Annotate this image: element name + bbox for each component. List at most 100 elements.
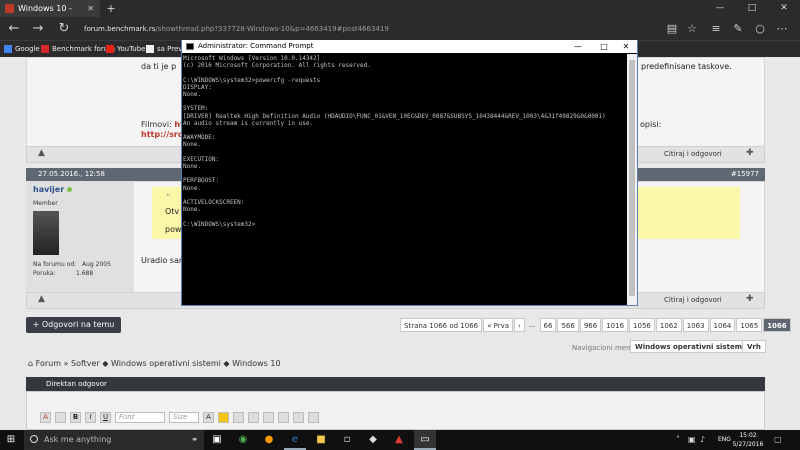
minimize-icon[interactable]: — <box>704 0 736 17</box>
maximize-icon[interactable]: □ <box>736 0 768 17</box>
user-joined-value: Aug 2005 <box>82 261 111 268</box>
multiquote-icon[interactable]: ✚ <box>746 148 754 158</box>
page-link[interactable]: 1065 <box>736 318 763 332</box>
video-icon[interactable] <box>278 412 289 423</box>
action-center-icon[interactable]: ▢ <box>774 430 782 450</box>
task-view-icon[interactable]: ▣ <box>206 430 228 450</box>
clock-time: 15:02 <box>739 432 757 439</box>
search-placeholder: Ask me anything <box>44 435 112 444</box>
breadcrumb-softver[interactable]: » Softver <box>64 359 100 368</box>
tray-chevron-icon[interactable]: ˄ <box>676 430 680 450</box>
edge-icon[interactable]: e <box>284 430 306 450</box>
forward-icon[interactable]: → <box>26 17 50 41</box>
page-link[interactable]: 566 <box>557 318 579 332</box>
online-status-icon <box>67 187 73 192</box>
microphone-icon[interactable]: ⚭ <box>191 430 198 450</box>
quote-reply-button-2[interactable]: Citiraj i odgovori <box>664 292 722 309</box>
attach-icon[interactable] <box>293 412 304 423</box>
user-posts-value: 1.688 <box>76 270 94 277</box>
quote-insert-icon[interactable] <box>308 412 319 423</box>
page-prev[interactable]: ‹ <box>514 318 525 332</box>
store-icon[interactable]: ▫ <box>336 430 358 450</box>
fav-google[interactable]: Google <box>4 41 40 57</box>
page-link[interactable]: 1064 <box>709 318 736 332</box>
file-explorer-icon[interactable]: ■ <box>310 430 332 450</box>
page-ellipsis: ... <box>528 321 536 329</box>
page-current[interactable]: 1066 <box>763 318 791 332</box>
page-link[interactable]: 1016 <box>602 318 629 332</box>
font-color-icon[interactable]: A <box>40 412 51 423</box>
tab-close-icon[interactable]: ✕ <box>87 0 94 17</box>
editor-toolbar: A B I U Font Size A <box>40 411 319 424</box>
close-icon[interactable]: ✕ <box>768 0 800 17</box>
refresh-icon[interactable]: ↻ <box>52 17 76 41</box>
command-prompt-taskbar-icon[interactable]: ▭ <box>414 430 436 450</box>
email-icon[interactable] <box>248 412 259 423</box>
size-select[interactable]: Size <box>169 412 199 423</box>
console-close-icon[interactable]: ✕ <box>613 40 639 53</box>
gadget-icon[interactable]: ▲ <box>388 430 410 450</box>
page-link[interactable]: 966 <box>579 318 602 332</box>
app-icon[interactable]: ◆ <box>362 430 384 450</box>
post-number[interactable]: #15977 <box>731 168 759 181</box>
hub-icon[interactable]: ≡ <box>706 17 726 41</box>
volume-icon[interactable]: ♪ <box>700 430 705 450</box>
pagination: Strana 1066 od 1066 « Prva ‹ ... 66 566 … <box>399 318 791 332</box>
fav-benchmark[interactable]: Benchmark forum <box>41 41 115 57</box>
reply-to-thread-button[interactable]: + Odgovori na temu <box>26 317 121 333</box>
page-first[interactable]: « Prva <box>483 318 514 332</box>
font-select[interactable]: Font <box>115 412 165 423</box>
page-link[interactable]: 66 <box>539 318 557 332</box>
page-link[interactable]: 1062 <box>655 318 682 332</box>
favorite-star-icon[interactable]: ☆ <box>682 17 702 41</box>
user-joined-label: Na forumu od: <box>33 261 77 268</box>
command-prompt-title: Administrator: Command Prompt <box>198 42 314 50</box>
start-button[interactable]: ⊞ <box>0 430 22 450</box>
firefox-icon[interactable]: ● <box>258 430 280 450</box>
page-link[interactable]: 1063 <box>682 318 709 332</box>
breadcrumb-forum[interactable]: Forum <box>36 359 61 368</box>
user-posts-label: Poruka: <box>33 270 56 277</box>
nav-menu-select[interactable]: Windows operativni sistemi <box>630 340 750 353</box>
back-to-top-button[interactable]: Vrh <box>742 340 766 353</box>
console-output[interactable]: Microsoft Windows [Version 10.0.14342] (… <box>183 55 625 303</box>
new-tab-button[interactable]: + <box>104 0 118 17</box>
page-link[interactable]: 1056 <box>629 318 655 332</box>
web-note-icon[interactable]: ✎ <box>728 17 748 41</box>
back-icon[interactable]: ← <box>2 17 26 41</box>
remove-format-icon[interactable] <box>55 412 66 423</box>
underline-icon[interactable]: U <box>100 412 111 423</box>
italic-icon[interactable]: I <box>85 412 96 423</box>
breadcrumb-windows-10[interactable]: Windows 10 <box>232 359 280 368</box>
more-icon[interactable]: ⋯ <box>772 17 792 41</box>
text-color-icon[interactable]: A <box>203 412 214 423</box>
url-field[interactable]: forum.benchmark.rs/showthread.php?337728… <box>84 22 644 36</box>
multiquote-icon-2[interactable]: ✚ <box>746 294 754 304</box>
smiley-icon[interactable] <box>218 412 229 423</box>
clock[interactable]: 15:02 5/27/2016 <box>728 430 768 450</box>
report-icon[interactable]: ▲ <box>38 148 45 158</box>
report-icon-2[interactable]: ▲ <box>38 294 45 304</box>
post-username[interactable]: havijer <box>33 185 73 194</box>
bold-icon[interactable]: B <box>70 412 81 423</box>
share-icon[interactable]: ○ <box>750 17 770 41</box>
avatar[interactable] <box>33 211 59 255</box>
cortana-search[interactable]: Ask me anything ⚭ <box>24 430 204 450</box>
post-1-text: da ti je p <box>141 62 177 71</box>
fav-youtube[interactable]: YouTube <box>106 41 145 57</box>
console-minimize-icon[interactable]: — <box>565 40 591 53</box>
breadcrumb: ⌂ Forum » Softver ◆ Windows operativni s… <box>28 359 281 368</box>
chrome-icon[interactable]: ◉ <box>232 430 254 450</box>
post-1-link-2[interactable]: http://sro <box>141 130 183 139</box>
post-1-text-right: predefinisane taskove. <box>641 62 732 71</box>
console-scroll-thumb[interactable] <box>629 60 635 296</box>
browser-tab[interactable]: Windows 10 - Strana 10 ✕ <box>0 0 100 30</box>
reading-view-icon[interactable]: ▤ <box>662 17 682 41</box>
breadcrumb-windows-os[interactable]: Windows operativni sistemi <box>111 359 221 368</box>
image-icon[interactable] <box>263 412 274 423</box>
quote-reply-button[interactable]: Citiraj i odgovori <box>664 146 722 163</box>
link-icon[interactable] <box>233 412 244 423</box>
home-icon[interactable]: ⌂ <box>28 359 33 368</box>
console-icon <box>186 43 194 50</box>
network-icon[interactable]: ▣ <box>688 430 696 450</box>
